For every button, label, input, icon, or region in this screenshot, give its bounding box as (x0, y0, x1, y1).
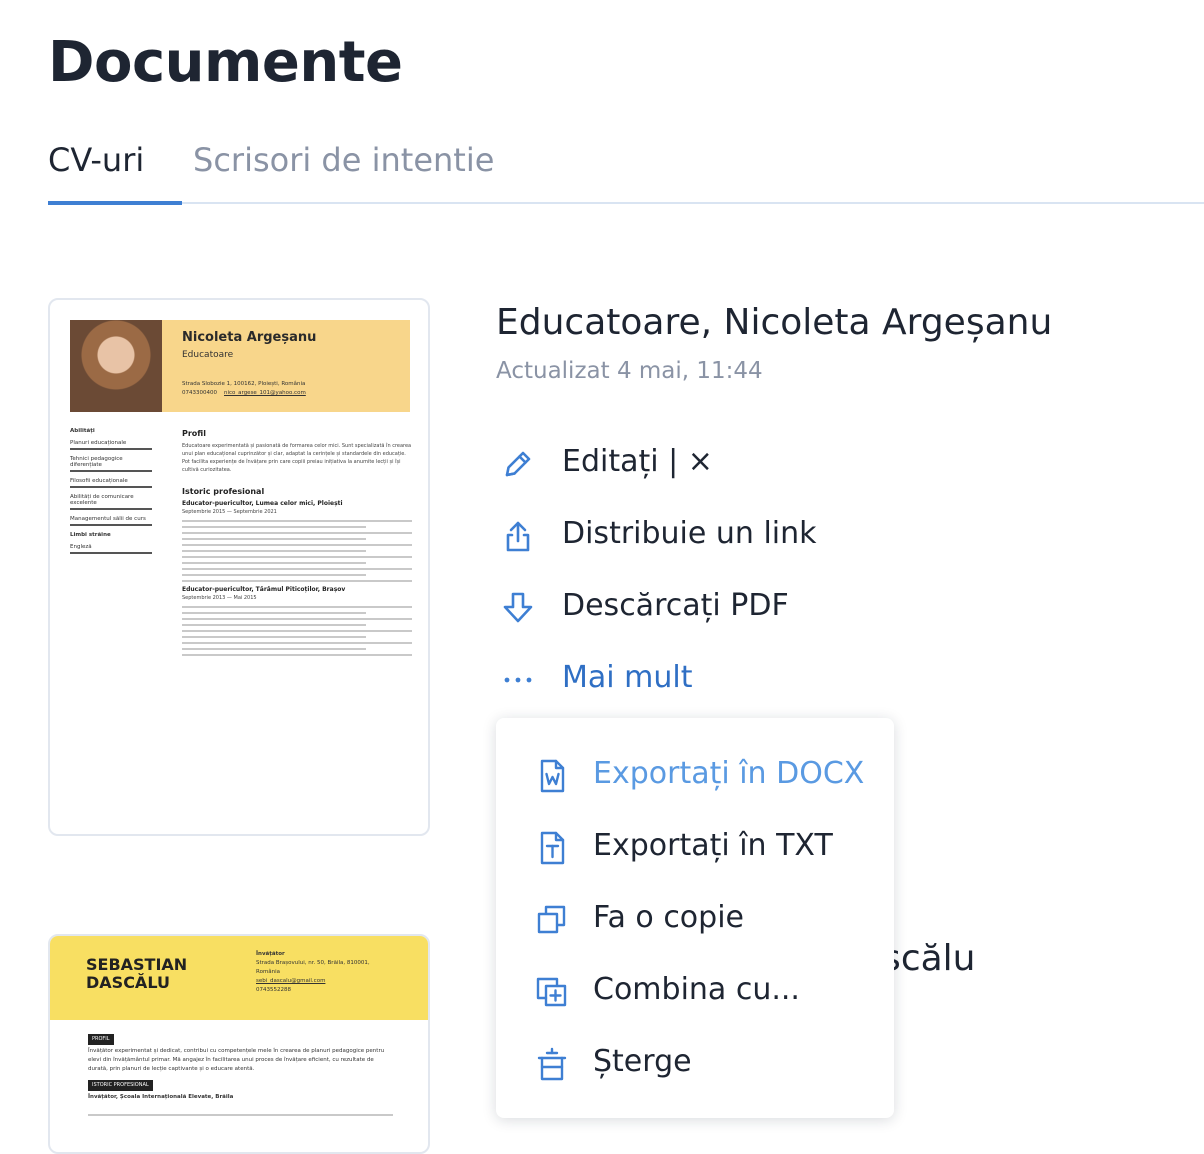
word-file-icon (540, 759, 565, 793)
resume-phone: 0743300400 (182, 390, 217, 396)
resume-thumbnail[interactable]: SEBASTIAN DASCĂLU Învățător Strada Brașo… (48, 934, 430, 1154)
skills-heading: Abilități (70, 428, 95, 434)
share-icon (506, 521, 530, 552)
delete-label: Șterge (593, 1044, 692, 1079)
more-label: Mai mult (562, 660, 693, 695)
resume-role: Educatoare (182, 350, 234, 360)
resume-main: Profil Educatoare experimentată și pasio… (182, 430, 412, 660)
tab-cover-letters[interactable]: Scrisori de intentie (193, 138, 494, 202)
languages-heading: Limbi străine (70, 532, 111, 538)
resume-header: Nicoleta Argeșanu Educatoare Strada Slob… (70, 320, 410, 412)
profile-text: Educatoare experimentată și pasionată de… (182, 443, 412, 473)
profile-photo (70, 320, 162, 412)
profile-tag: PROFIL (88, 1034, 114, 1045)
resume-address: Strada Slobozie 1, 100162, Ploiești, Rom… (182, 381, 306, 387)
download-arrow-icon (503, 592, 533, 623)
skill-item: Filosofii educaționale (70, 478, 152, 488)
make-copy-label: Fa o copie (593, 900, 744, 935)
resume-phone: 0743552288 (256, 987, 291, 993)
export-docx-label: Exportați în DOCX (593, 756, 865, 791)
job-title: Educator-puericultor, Lumea celor mici, … (182, 500, 343, 507)
resume-name: Nicoleta Argeșanu (182, 330, 317, 345)
profile-heading: Profil (182, 429, 206, 438)
resume-address: Strada Brașovului, nr. 50, Brăila, 81000… (256, 960, 370, 975)
resume-name: SEBASTIAN DASCĂLU (86, 955, 188, 992)
resume-email: sebi_dascalu@gmail.com (256, 978, 326, 984)
tab-bar: CV-uri Scrisori de intentie (48, 138, 1204, 205)
profile-text: Învățător experimentat și dedicat, contr… (88, 1048, 385, 1072)
trash-icon (537, 1047, 567, 1081)
resume-sidebar: Abilități Planuri educaționale Tehnici p… (70, 428, 152, 560)
resume-email: nico_argese_101@yahoo.com (224, 390, 306, 396)
job-dates: Septembrie 2015 — Septembrie 2021 (182, 509, 277, 515)
edit-label: Editați | × (562, 444, 713, 479)
skill-item: Tehnici pedagogice diferențiate (70, 456, 152, 472)
export-txt-menu-item[interactable]: Exportați în TXT (496, 818, 894, 878)
language-item: Engleză (70, 544, 152, 554)
make-copy-menu-item[interactable]: Fa o copie (496, 890, 894, 950)
pencil-icon (505, 451, 531, 477)
export-txt-label: Exportați în TXT (593, 828, 833, 863)
skill-item: Managementul sălii de curs (70, 516, 152, 526)
history-tag: ISTORIC PROFESIONAL (88, 1080, 153, 1091)
text-file-icon (540, 831, 565, 865)
share-label: Distribuie un link (562, 516, 817, 551)
delete-menu-item[interactable]: Șterge (496, 1034, 894, 1094)
job-title: Învățător, Școala Internațională Elevate… (88, 1094, 234, 1100)
resume-role: Învățător (256, 951, 285, 957)
resume-thumbnail[interactable]: Nicoleta Argeșanu Educatoare Strada Slob… (48, 298, 430, 836)
combine-menu-item[interactable]: Combina cu... (496, 962, 894, 1022)
resume-contact: Strada Slobozie 1, 100162, Ploiești, Rom… (182, 380, 306, 398)
combine-icon (536, 977, 567, 1007)
download-pdf-label: Descărcați PDF (562, 588, 789, 623)
document-title[interactable]: Educatoare, Nicoleta Argeșanu (496, 302, 1052, 343)
ellipsis-icon (504, 677, 532, 683)
combine-label: Combina cu... (593, 972, 800, 1007)
export-docx-menu-item[interactable]: Exportați în DOCX (496, 746, 894, 806)
resume-contact: Învățător Strada Brașovului, nr. 50, Bră… (256, 950, 376, 995)
resume-header: SEBASTIAN DASCĂLU Învățător Strada Brașo… (50, 936, 428, 1020)
job-dates: Septembrie 2013 — Mai 2015 (182, 595, 257, 601)
copy-icon (537, 905, 566, 934)
job-title: Educator-puericultor, Tărâmul Piticoțilo… (182, 586, 346, 593)
more-options-menu: Exportați în DOCX Exportați în TXT Fa o … (496, 718, 894, 1118)
history-heading: Istoric profesional (182, 487, 265, 496)
skill-item: Abilități de comunicare excelente (70, 494, 152, 510)
skill-item: Planuri educaționale (70, 440, 152, 450)
document-updated: Actualizat 4 mai, 11:44 (496, 358, 763, 384)
resume-main: PROFIL Învățător experimentat și dedicat… (88, 1032, 393, 1120)
page-title: Documente (48, 30, 403, 95)
tab-cv[interactable]: CV-uri (48, 138, 183, 205)
